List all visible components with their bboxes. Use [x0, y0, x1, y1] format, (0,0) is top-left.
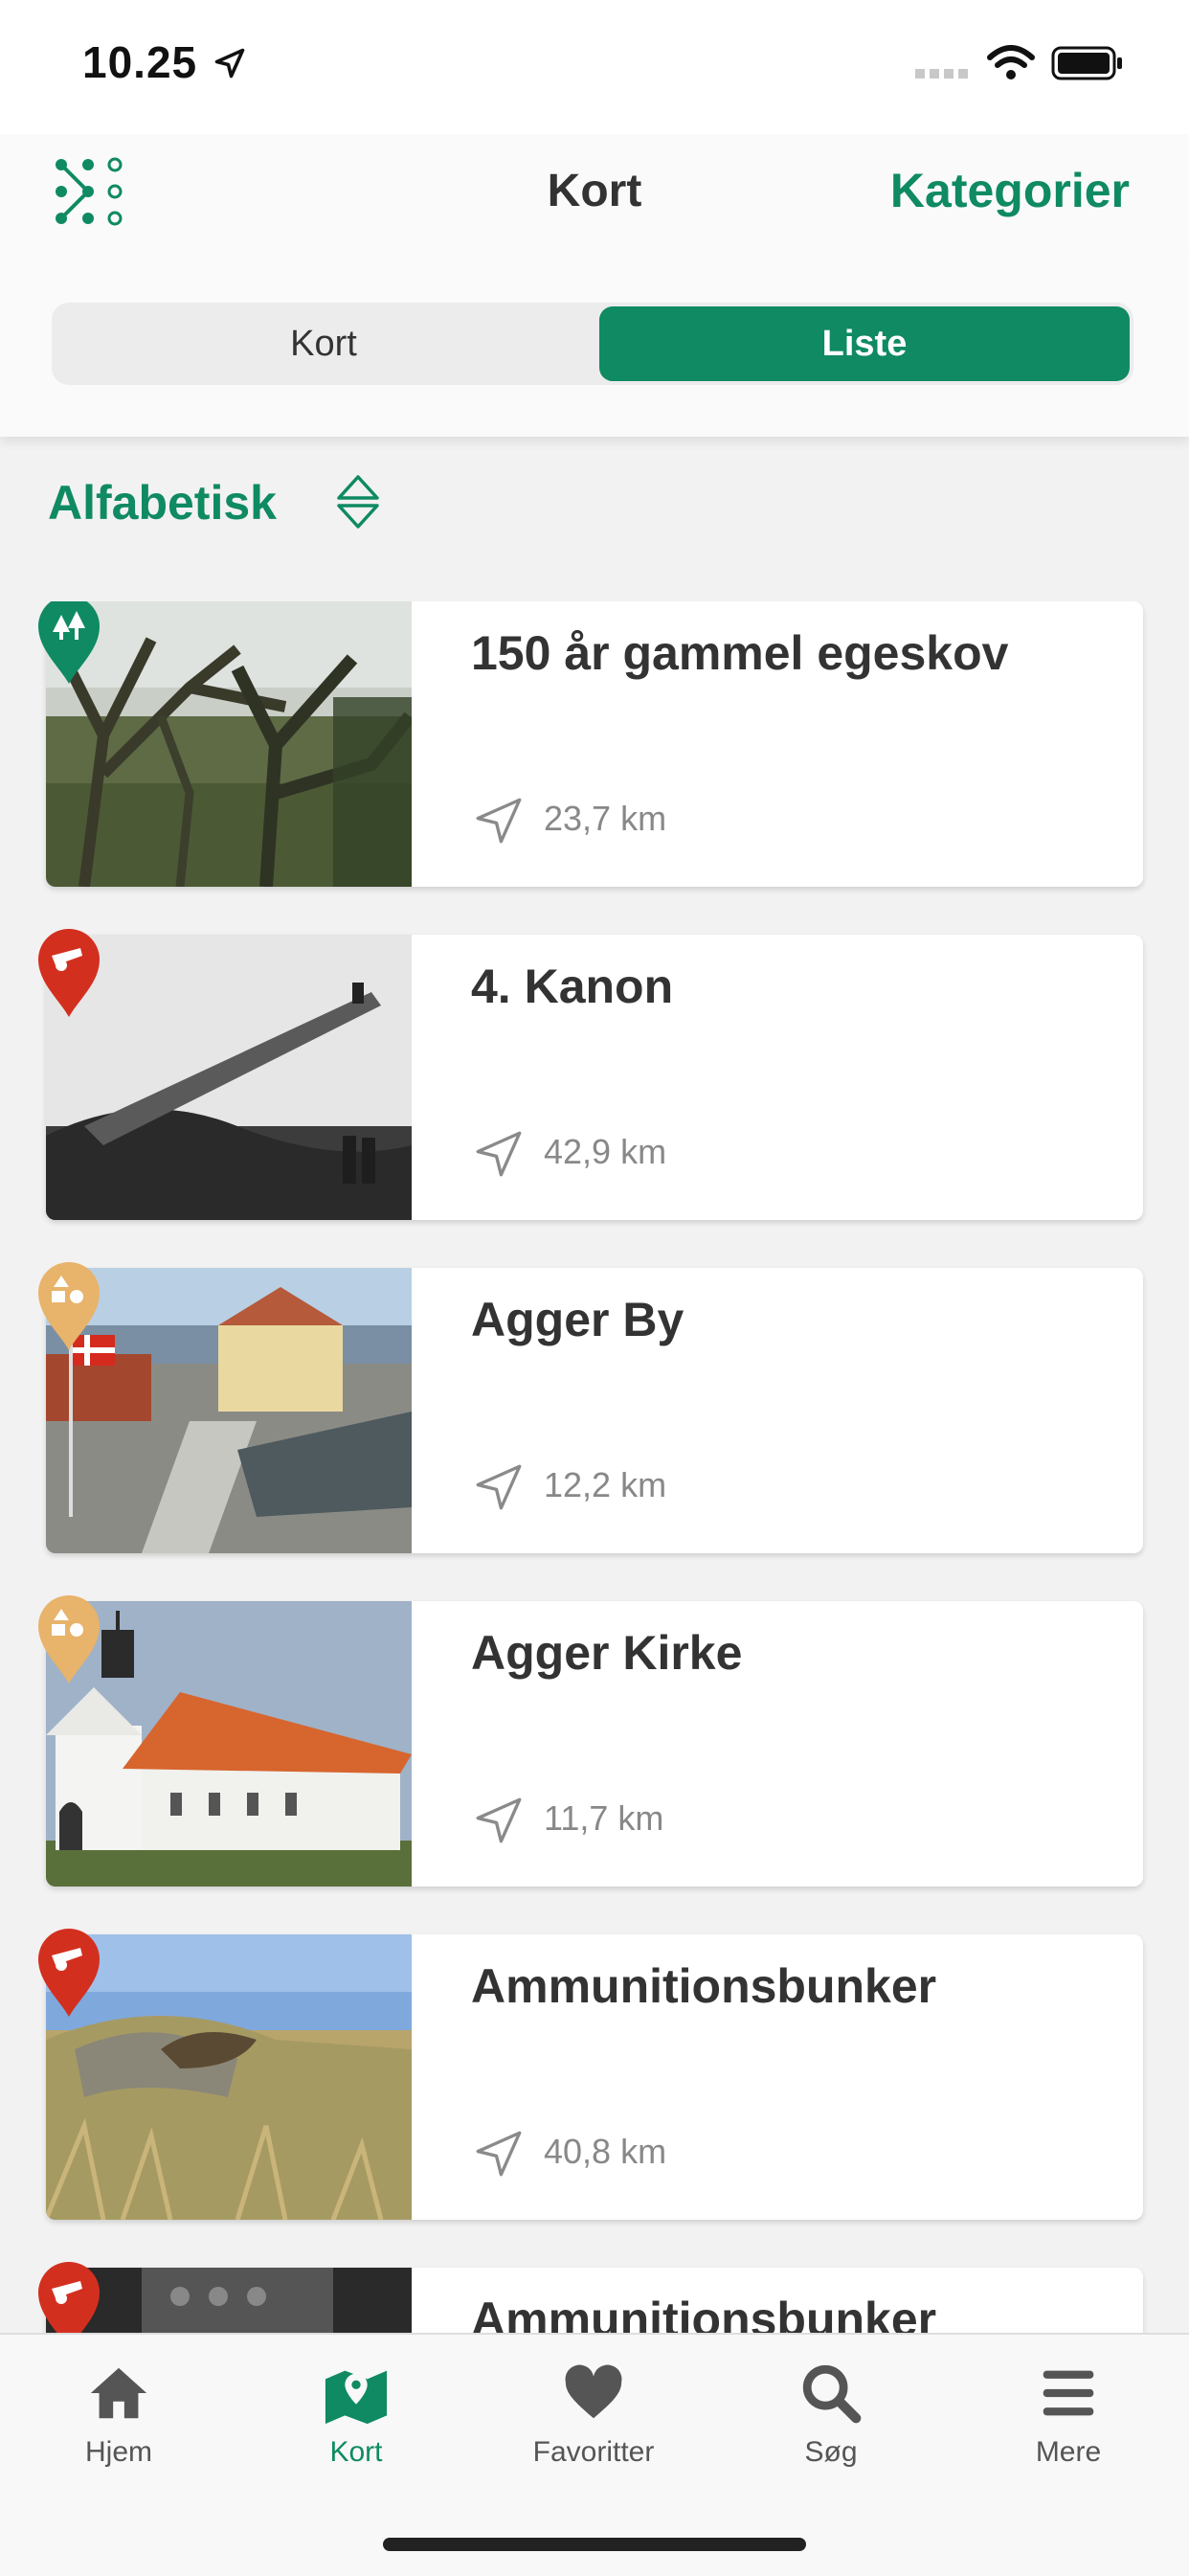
segment-map[interactable]: Kort [56, 306, 592, 381]
wifi-icon [987, 45, 1035, 79]
item-title: 4. Kanon [471, 960, 674, 1013]
tab-label: Favoritter [532, 2436, 655, 2468]
categories-button[interactable]: Kategorier [890, 163, 1130, 218]
tree-pin-icon [38, 601, 100, 684]
tab-home[interactable]: Hjem [0, 2360, 237, 2469]
item-distance: 12,2 km [544, 1465, 667, 1504]
list-item[interactable]: Agger By 12,2 km [46, 1268, 1143, 1553]
tab-search[interactable]: Søg [712, 2360, 950, 2469]
map-pin-icon[interactable] [323, 2360, 390, 2427]
poi-list[interactable]: 150 år gammel egeskov 23,7 km 4. Kanon 4… [0, 601, 1189, 2333]
culture-pin-icon [38, 1595, 100, 1683]
home-indicator [383, 2538, 806, 2551]
navigation-arrow-icon [476, 1797, 522, 1843]
sort-label[interactable]: Alfabetisk [48, 475, 277, 531]
cannon-pin-icon [38, 2262, 100, 2333]
list-item[interactable]: Agger Kirke 11,7 km [46, 1601, 1143, 1887]
item-distance: 40,8 km [544, 2132, 667, 2171]
tab-label: Hjem [84, 2436, 152, 2468]
item-title: Agger Kirke [471, 1626, 743, 1680]
battery-icon [1051, 46, 1122, 80]
navigation-bar: Kort Kategorier [0, 134, 1189, 249]
tab-map[interactable]: Kort [237, 2360, 475, 2469]
status-time: 10.25 [82, 37, 198, 87]
tab-favorites[interactable]: Favoritter [475, 2360, 712, 2469]
list-item[interactable]: 4. Kanon 42,9 km [46, 935, 1143, 1220]
navigation-arrow-icon [476, 1464, 522, 1510]
location-arrow-icon [214, 48, 245, 79]
tab-label: Mere [1035, 2436, 1102, 2468]
cellular-signal-icon [915, 69, 968, 79]
navigation-arrow-icon [476, 2131, 522, 2177]
view-segmented-control: Kort Liste [52, 303, 1133, 385]
heart-icon[interactable] [560, 2360, 627, 2427]
item-distance: 11,7 km [544, 1798, 664, 1838]
menu-icon[interactable] [1035, 2360, 1102, 2427]
item-title: Ammunitionsbunker [471, 2293, 937, 2333]
status-bar: 10.25 [0, 0, 1189, 134]
item-title: Agger By [471, 1293, 684, 1346]
tab-label: Søg [804, 2436, 858, 2468]
navigation-arrow-icon [476, 1131, 522, 1177]
navigation-arrow-icon [476, 798, 522, 844]
tab-more[interactable]: Mere [950, 2360, 1187, 2469]
tab-label: Kort [329, 2436, 383, 2468]
cannon-pin-icon [38, 1929, 100, 2017]
segment-list[interactable]: Liste [599, 306, 1130, 381]
sort-arrows-icon[interactable] [335, 473, 381, 531]
culture-pin-icon [38, 1262, 100, 1350]
list-item[interactable]: Ammunitionsbunker 40,8 km [46, 1934, 1143, 2220]
item-distance: 42,9 km [544, 1132, 667, 1171]
item-title: 150 år gammel egeskov [471, 626, 1009, 680]
item-distance: 23,7 km [544, 799, 667, 838]
cannon-pin-icon [38, 929, 100, 1017]
home-icon[interactable] [85, 2360, 152, 2427]
search-icon[interactable] [797, 2360, 864, 2427]
view-toggle-area: Kort Liste [0, 249, 1189, 437]
list-item[interactable]: Ammunitionsbunker [46, 2268, 1143, 2333]
item-title: Ammunitionsbunker [471, 1959, 937, 2013]
list-item[interactable]: 150 år gammel egeskov 23,7 km [46, 601, 1143, 887]
